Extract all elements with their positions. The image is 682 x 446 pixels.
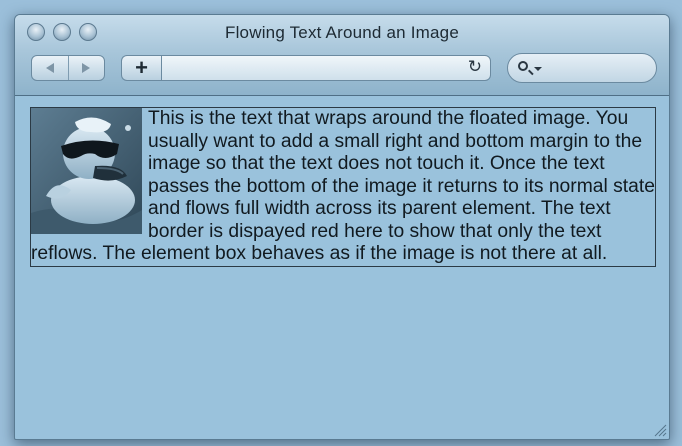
browser-window: Flowing Text Around an Image + ↻ This is…: [14, 14, 670, 440]
add-bookmark-button[interactable]: +: [121, 55, 161, 81]
search-icon: [518, 61, 528, 71]
page-content: This is the text that wraps around the f…: [15, 96, 669, 439]
forward-button[interactable]: [67, 56, 105, 80]
window-title: Flowing Text Around an Image: [225, 23, 459, 42]
navigation-buttons: [31, 55, 105, 81]
title-toolbar: Flowing Text Around an Image + ↻: [15, 15, 669, 96]
back-button[interactable]: [32, 56, 68, 80]
search-menu-caret-icon[interactable]: [534, 67, 542, 71]
address-field[interactable]: ↻: [161, 55, 491, 81]
forward-arrow-icon: [82, 63, 91, 73]
search-field[interactable]: [507, 53, 657, 83]
rubber-duck-sunglasses-photo: [31, 108, 142, 234]
back-arrow-icon: [45, 63, 54, 73]
resize-grip-icon[interactable]: [653, 423, 667, 437]
text-box: This is the text that wraps around the f…: [30, 107, 656, 267]
reload-icon[interactable]: ↻: [468, 57, 482, 77]
